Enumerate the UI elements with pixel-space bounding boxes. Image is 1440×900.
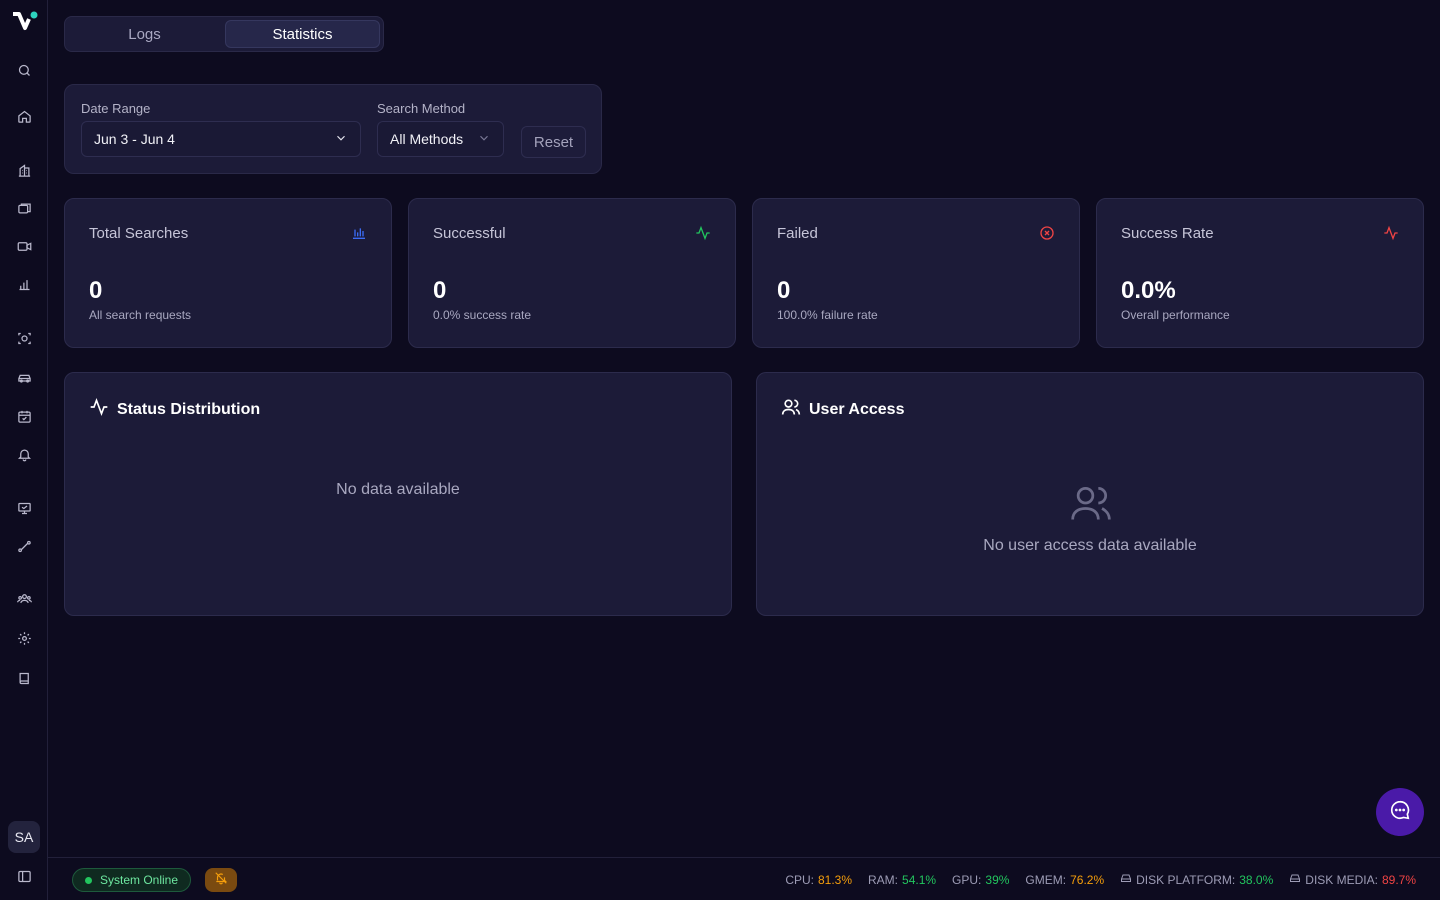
status-distribution-title: Status Distribution [117,400,261,418]
system-status-badge: System Online [72,868,192,892]
route-icon[interactable] [14,536,34,556]
stat-card-success-rate: Success Rate 0.0% Overall performance [1096,198,1424,348]
car-icon[interactable] [14,368,34,388]
system-metrics: CPU: 81.3% RAM: 54.1% GPU: 39% GMEM: 76.… [785,858,1416,900]
metric-label: GMEM: [1025,872,1067,887]
sidebar-toggle-icon[interactable] [14,866,34,886]
metric-label: DISK MEDIA: [1305,872,1378,887]
stat-subtitle: All search requests [89,308,192,322]
empty-state-text: No data available [336,481,460,498]
video-icon[interactable] [14,236,34,256]
metric-value: 38.0% [1239,872,1274,887]
x-circle-icon [1039,225,1055,241]
date-range-value: Jun 3 - Jun 4 [94,131,175,147]
system-status-text: System Online [100,873,179,887]
stat-value: 0 [777,277,791,304]
users-icon [1069,481,1113,525]
scan-face-icon[interactable] [14,328,34,348]
stat-title: Total Searches [89,225,189,242]
search-method-label: Search Method [377,101,466,116]
search-method-select[interactable]: All Methods [377,121,504,157]
view-tabs: Logs Statistics [64,16,384,52]
book-icon[interactable] [14,668,34,688]
building-icon[interactable] [14,160,34,180]
chevron-down-icon [334,131,348,148]
metric-label: RAM: [868,872,899,887]
stat-subtitle: 100.0% failure rate [777,308,878,322]
bell-off-icon [214,871,228,890]
stat-card-total-searches: Total Searches 0 All search requests [64,198,392,348]
stat-title: Success Rate [1121,225,1214,242]
status-distribution-panel: Status Distribution No data available [64,372,732,616]
metric-label: CPU: [785,872,814,887]
settings-icon[interactable] [14,628,34,648]
stat-value: 0 [433,277,447,304]
metric-value: 54.1% [902,872,937,887]
metric-value: 76.2% [1070,872,1105,887]
metric-value: 89.7% [1381,872,1416,887]
bar-chart-icon [351,225,367,241]
users-icon [781,397,801,422]
app-logo[interactable] [11,10,39,36]
panel-title: Status Distribution [89,397,260,422]
filter-panel: Date Range Jun 3 - Jun 4 Search Method A… [64,84,602,174]
home-icon[interactable] [14,106,34,126]
metric-disk-media: DISK MEDIA: 89.7% [1289,872,1416,887]
sidebar: SA [0,0,48,900]
presentation-icon[interactable] [14,498,34,518]
stat-title: Failed [777,225,818,242]
stat-subtitle: 0.0% success rate [433,308,532,322]
tab-logs[interactable]: Logs [68,20,221,48]
tab-statistics[interactable]: Statistics [225,20,380,48]
users-group-icon[interactable] [14,588,34,608]
chat-button[interactable] [1376,788,1424,836]
metric-cpu: CPU: 81.3% [785,873,852,887]
user-access-title: User Access [809,400,905,418]
reset-button[interactable]: Reset [521,126,586,158]
search-icon[interactable] [14,60,34,80]
stat-card-failed: Failed 0 100.0% failure rate [752,198,1080,348]
metric-label: GPU: [952,872,982,887]
stat-value: 0 [89,277,103,304]
status-bar: System Online CPU: 81.3% RAM: 54.1% GPU:… [48,857,1440,900]
metric-disk-platform: DISK PLATFORM: 38.0% [1120,872,1273,887]
activity-icon [89,397,109,422]
metric-value: 81.3% [817,872,853,887]
message-circle-icon [1389,799,1411,826]
chevron-down-icon [477,131,491,148]
date-range-select[interactable]: Jun 3 - Jun 4 [81,121,361,157]
stat-card-successful: Successful 0 0.0% success rate [408,198,736,348]
layers-icon[interactable] [14,198,34,218]
metric-value: 39% [985,872,1010,887]
hard-drive-icon [1120,872,1132,887]
metric-gpu: GPU: 39% [952,873,1009,887]
activity-icon [695,225,711,241]
stat-subtitle: Overall performance [1121,308,1230,322]
status-dot [85,876,92,884]
bar-chart-icon[interactable] [14,274,34,294]
hard-drive-icon [1289,872,1301,887]
metric-label: DISK PLATFORM: [1136,872,1236,887]
empty-state-text: No user access data available [983,537,1197,554]
calendar-icon[interactable] [14,406,34,426]
panel-title: User Access [781,397,904,422]
search-method-value: All Methods [390,131,464,147]
avatar[interactable]: SA [8,821,40,853]
metric-ram: RAM: 54.1% [868,873,936,887]
notifications-muted-button[interactable] [205,868,237,892]
user-access-panel: User Access No user access data availabl… [756,372,1424,616]
activity-icon [1383,225,1399,241]
bell-icon[interactable] [14,444,34,464]
date-range-label: Date Range [81,101,151,116]
stat-value: 0.0% [1121,277,1176,304]
metric-gmem: GMEM: 76.2% [1025,873,1104,887]
stat-title: Successful [433,225,506,242]
